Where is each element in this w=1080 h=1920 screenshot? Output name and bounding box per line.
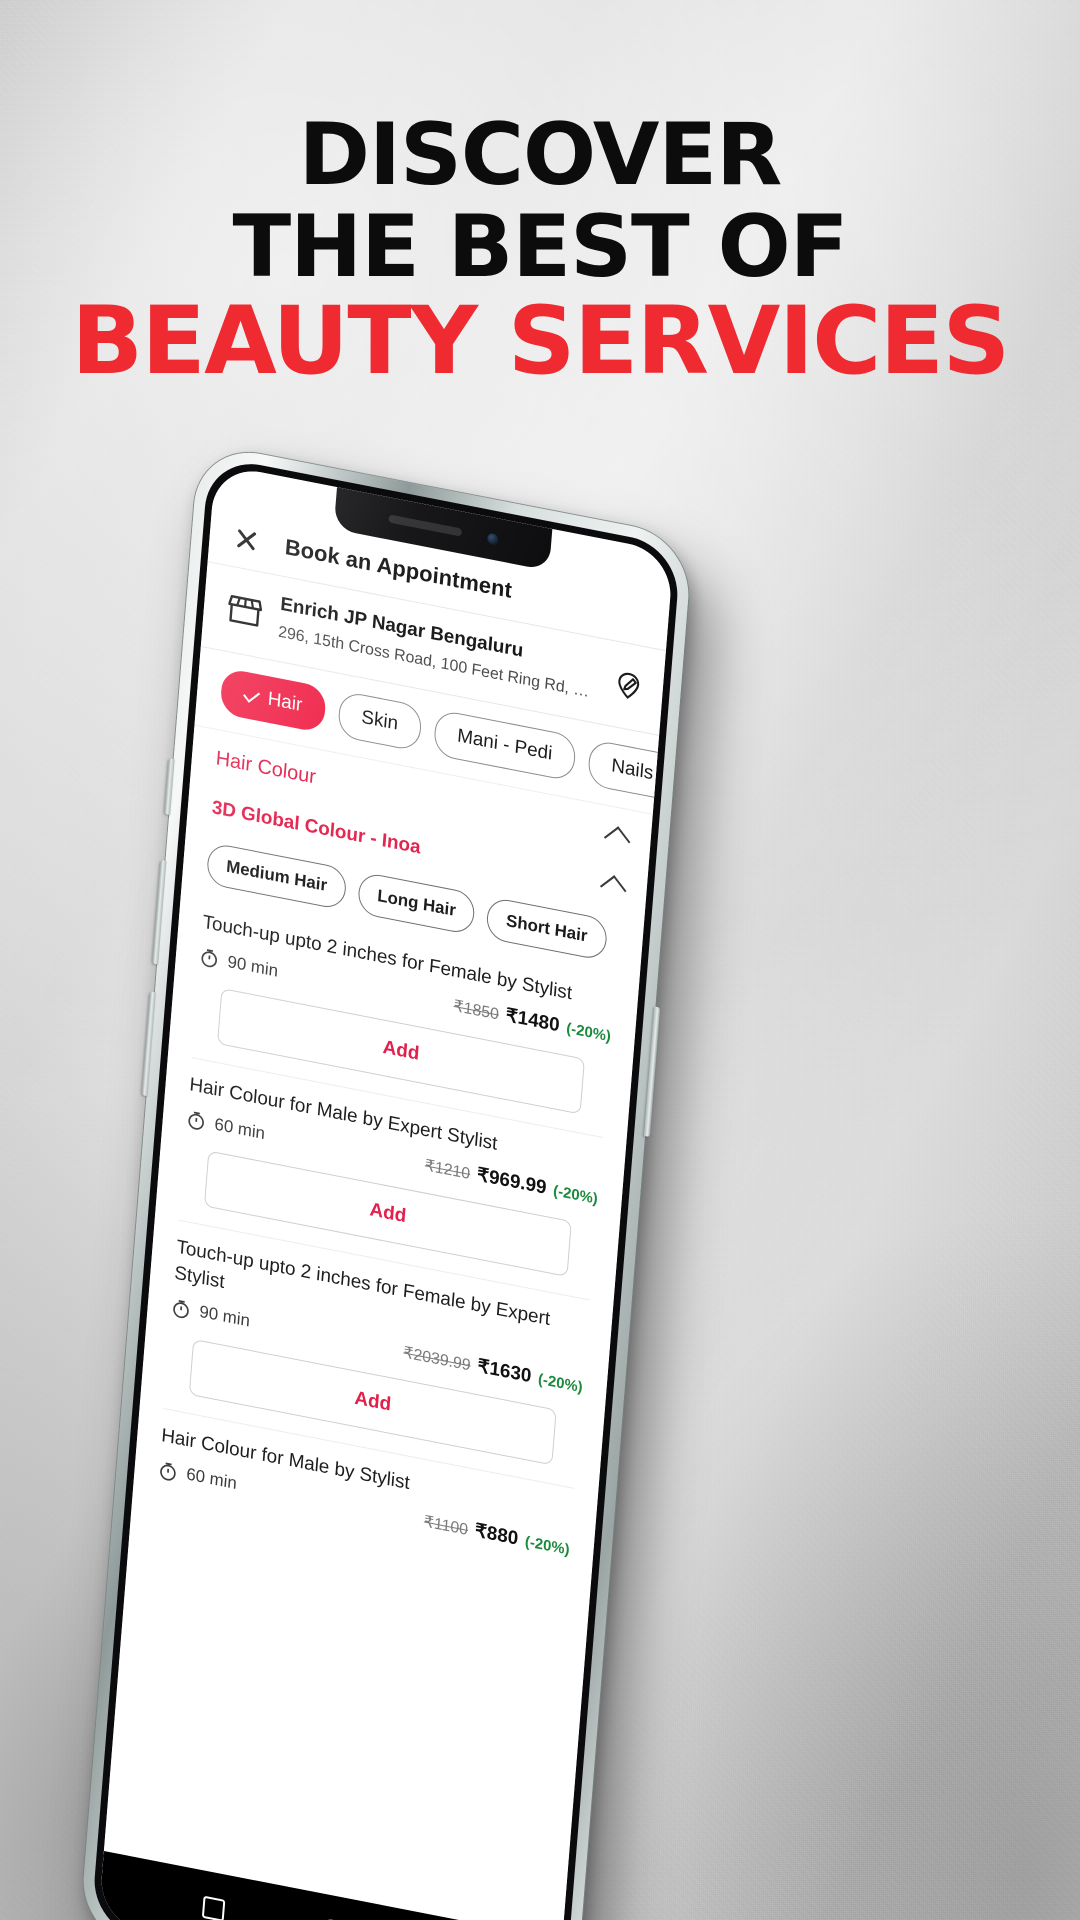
timer-icon bbox=[199, 947, 219, 970]
services-scroll-area[interactable]: Hair Colour 3D Global Colour - Inoa Medi… bbox=[104, 726, 653, 1920]
chip-short-hair[interactable]: Short Hair bbox=[485, 896, 608, 962]
store-icon bbox=[227, 593, 263, 629]
price-original: ₹1210 bbox=[424, 1157, 471, 1184]
service-duration: 90 min bbox=[171, 1297, 251, 1332]
check-icon bbox=[243, 686, 261, 703]
booking-app: Book an Appointment Enrich JP Nagar Beng… bbox=[98, 463, 674, 1920]
timer-icon bbox=[158, 1460, 178, 1483]
earpiece-speaker bbox=[387, 514, 462, 537]
price-original: ₹1100 bbox=[423, 1513, 469, 1539]
service-duration: 90 min bbox=[199, 946, 279, 981]
chip-label: Skin bbox=[360, 706, 399, 735]
poster-headline: DISCOVER THE BEST OF BEAUTY SERVICES bbox=[0, 105, 1080, 397]
poster-line-1: DISCOVER bbox=[298, 105, 783, 205]
discount-badge: (-20%) bbox=[537, 1370, 584, 1396]
poster-line-2: THE BEST OF bbox=[232, 196, 848, 297]
duration-label: 90 min bbox=[226, 951, 279, 981]
price-original: ₹2039.99 bbox=[402, 1344, 472, 1375]
duration-label: 60 min bbox=[185, 1464, 238, 1494]
discount-badge: (-20%) bbox=[552, 1182, 599, 1209]
service-duration: 60 min bbox=[158, 1459, 238, 1494]
chip-label: Nails bbox=[610, 755, 655, 785]
square-icon[interactable] bbox=[201, 1895, 225, 1920]
edit-location-icon[interactable] bbox=[614, 669, 644, 702]
chip-hair[interactable]: Hair bbox=[219, 667, 327, 734]
chip-label: Hair bbox=[266, 688, 304, 717]
duration-label: 90 min bbox=[198, 1301, 251, 1331]
chip-nails[interactable]: Nails bbox=[586, 739, 660, 802]
poster-line-3: BEAUTY SERVICES bbox=[71, 287, 1010, 397]
section-title: Hair Colour bbox=[214, 747, 317, 789]
price-discounted: ₹969.99 bbox=[476, 1164, 548, 1200]
price-original: ₹1850 bbox=[452, 998, 500, 1024]
discount-badge: (-20%) bbox=[524, 1532, 571, 1559]
power-button[interactable] bbox=[643, 1006, 661, 1138]
close-icon[interactable] bbox=[233, 524, 261, 555]
chevron-up-icon[interactable] bbox=[599, 875, 627, 903]
timer-icon bbox=[171, 1297, 191, 1320]
price-discounted: ₹880 bbox=[474, 1520, 520, 1550]
chip-mani-pedi[interactable]: Mani - Pedi bbox=[432, 709, 577, 783]
chip-long-hair[interactable]: Long Hair bbox=[356, 871, 477, 936]
service-duration: 60 min bbox=[186, 1109, 266, 1144]
front-camera-icon bbox=[486, 532, 499, 546]
discount-badge: (-20%) bbox=[565, 1020, 612, 1046]
price-discounted: ₹1630 bbox=[476, 1355, 533, 1387]
phone-mockup: Book an Appointment Enrich JP Nagar Beng… bbox=[78, 442, 713, 1920]
chip-skin[interactable]: Skin bbox=[336, 690, 423, 753]
chevron-up-icon[interactable] bbox=[603, 826, 631, 854]
duration-label: 60 min bbox=[213, 1114, 266, 1144]
timer-icon bbox=[186, 1109, 206, 1132]
chip-label: Mani - Pedi bbox=[456, 725, 554, 765]
price-discounted: ₹1480 bbox=[504, 1005, 561, 1037]
phone-screen: Book an Appointment Enrich JP Nagar Beng… bbox=[98, 463, 674, 1920]
